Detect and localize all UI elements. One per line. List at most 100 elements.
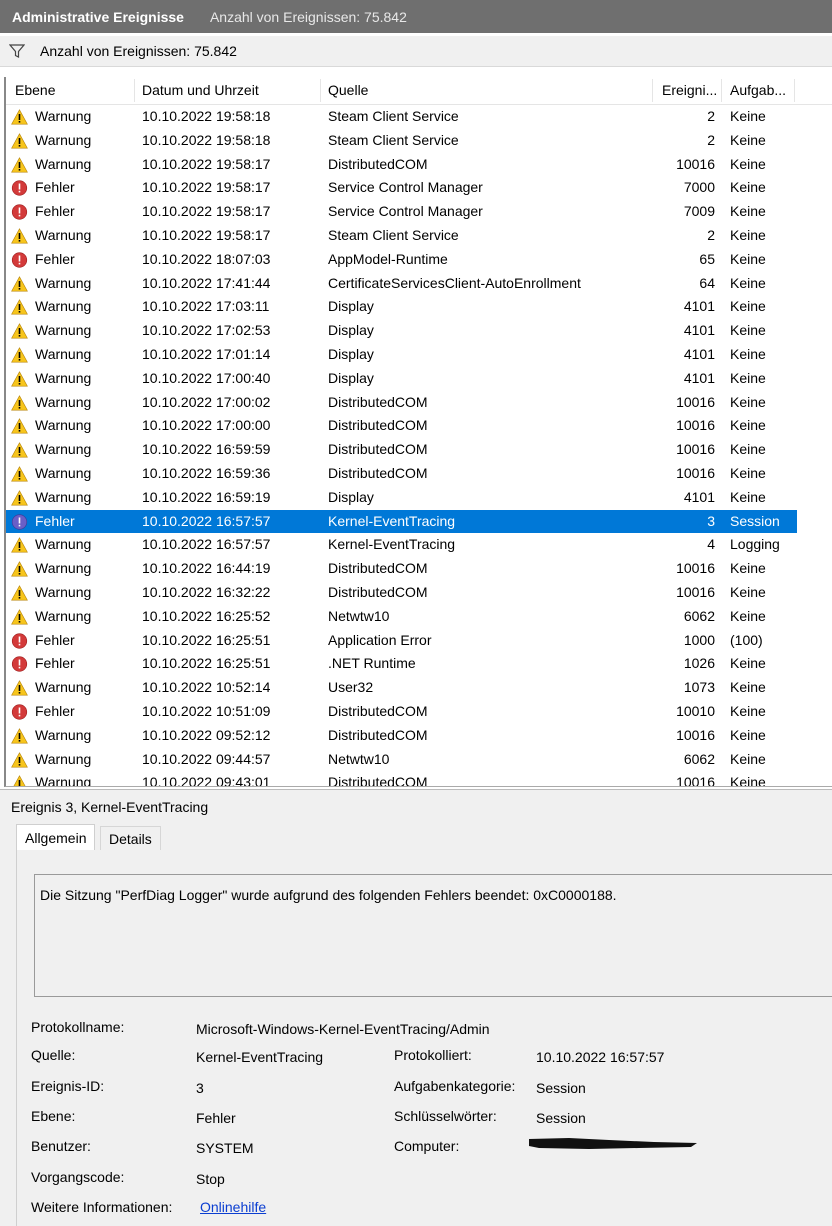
table-row[interactable]: Warnung 10.10.2022 16:44:19 DistributedCOM… xyxy=(6,557,832,581)
label-source: Quelle: xyxy=(31,1047,76,1063)
cell-task: Keine xyxy=(730,108,766,124)
cell-event-id: 2 xyxy=(707,226,715,243)
table-row[interactable]: Warnung 10.10.2022 10:52:14 User32 1073 Kein… xyxy=(6,676,832,700)
value-source[interactable]: Kernel-EventTracing xyxy=(196,1049,323,1065)
column-header-source[interactable]: Quelle xyxy=(328,77,368,104)
column-divider[interactable] xyxy=(134,79,135,102)
cell-source: Netwtw10 xyxy=(328,607,390,624)
cell-source: Steam Client Service xyxy=(328,226,459,243)
tab-general[interactable]: Allgemein xyxy=(16,824,96,852)
event-table[interactable]: Ebene Datum und Uhrzeit Quelle Ereigni..… xyxy=(4,77,832,787)
cell-level: Warnung xyxy=(35,322,92,339)
cell-source: Kernel-EventTracing xyxy=(328,512,456,529)
table-row[interactable]: Warnung 10.10.2022 09:43:01 DistributedCOM… xyxy=(6,771,832,786)
cell-task: Session xyxy=(730,512,780,529)
cell-level: Warnung xyxy=(35,393,92,410)
cell-level: Warnung xyxy=(35,108,92,124)
cell-task: Keine xyxy=(730,750,766,767)
cell-event-id: 64 xyxy=(699,274,715,291)
label-log-name: Protokollname: xyxy=(31,1019,125,1035)
cell-event-id: 10016 xyxy=(676,726,715,743)
cell-task: (100) xyxy=(730,631,763,648)
error-icon xyxy=(11,513,28,530)
value-event-id[interactable]: 3 xyxy=(196,1080,204,1096)
table-row[interactable]: Fehler 10.10.2022 16:25:51 .NET Runtime 102… xyxy=(6,652,832,676)
general-tab-panel: Die Sitzung "PerfDiag Logger" wurde aufg… xyxy=(16,850,832,1226)
cell-event-id: 10016 xyxy=(676,417,715,434)
online-help-link[interactable]: Onlinehilfe xyxy=(200,1199,266,1215)
cell-date: 10.10.2022 19:58:17 xyxy=(142,155,271,172)
error-icon xyxy=(11,252,28,268)
value-log-name[interactable]: Microsoft-Windows-Kernel-EventTracing/Ad… xyxy=(196,1021,490,1037)
cell-level: Warnung xyxy=(35,298,92,315)
table-row[interactable]: Warnung 10.10.2022 19:58:17 DistributedCOM… xyxy=(6,153,832,177)
table-row[interactable]: Warnung 10.10.2022 16:59:36 DistributedCOM… xyxy=(6,462,832,486)
table-row[interactable]: Warnung 10.10.2022 17:00:02 DistributedCOM… xyxy=(6,391,832,415)
label-computer: Computer: xyxy=(394,1138,460,1154)
value-logged[interactable]: 10.10.2022 16:57:57 xyxy=(536,1049,664,1065)
table-row[interactable]: Fehler 10.10.2022 16:25:51 Application Err… xyxy=(6,629,832,653)
column-header-date[interactable]: Datum und Uhrzeit xyxy=(142,77,259,104)
column-header-task[interactable]: Aufgab... xyxy=(730,77,786,104)
table-row[interactable]: Warnung 10.10.2022 19:58:18 Steam Client S… xyxy=(6,105,832,129)
cell-event-id: 2 xyxy=(707,108,715,124)
column-divider[interactable] xyxy=(652,79,653,102)
tab-details[interactable]: Details xyxy=(100,826,161,851)
cell-task: Logging xyxy=(730,536,780,553)
table-row[interactable]: Warnung 10.10.2022 19:58:17 Steam Client S… xyxy=(6,224,832,248)
table-row[interactable]: Fehler 10.10.2022 10:51:09 DistributedCOM 1… xyxy=(6,700,832,724)
label-user: Benutzer: xyxy=(31,1138,91,1154)
description-box[interactable]: Die Sitzung "PerfDiag Logger" wurde aufg… xyxy=(34,874,832,997)
cell-level: Warnung xyxy=(35,488,92,505)
cell-date: 10.10.2022 16:59:19 xyxy=(142,488,271,505)
cell-date: 10.10.2022 17:03:11 xyxy=(142,298,270,315)
cell-task: Keine xyxy=(730,607,766,624)
cell-source: DistributedCOM xyxy=(328,417,428,434)
table-row[interactable]: Warnung 10.10.2022 17:00:00 DistributedCOM… xyxy=(6,414,832,438)
table-row[interactable]: Warnung 10.10.2022 17:02:53 Display 4101 Kei… xyxy=(6,319,832,343)
value-user[interactable]: SYSTEM xyxy=(196,1140,254,1156)
table-row[interactable]: Warnung 10.10.2022 09:52:12 DistributedCOM… xyxy=(6,724,832,748)
table-row[interactable]: Warnung 10.10.2022 16:25:52 Netwtw10 6062 Ke… xyxy=(6,605,832,629)
column-header-level[interactable]: Ebene xyxy=(15,77,55,104)
column-divider[interactable] xyxy=(320,79,321,102)
cell-task: Keine xyxy=(730,393,766,410)
value-opcode[interactable]: Stop xyxy=(196,1171,225,1187)
warning-icon xyxy=(11,680,28,696)
table-row[interactable]: Warnung 10.10.2022 17:03:11 Display 4101 Kei… xyxy=(6,295,832,319)
cell-task: Keine xyxy=(730,179,766,196)
table-row[interactable]: Warnung 10.10.2022 16:32:22 DistributedCOM… xyxy=(6,581,832,605)
cell-source: DistributedCOM xyxy=(328,726,428,743)
cell-event-id: 6062 xyxy=(683,607,715,624)
table-row[interactable]: Warnung 10.10.2022 09:44:57 Netwtw10 6062 Ke… xyxy=(6,748,832,772)
warning-icon xyxy=(11,370,28,387)
cell-date: 10.10.2022 18:07:03 xyxy=(142,250,271,267)
table-row[interactable]: Warnung 10.10.2022 17:00:40 Display 4101 Kei… xyxy=(6,367,832,391)
table-row[interactable]: Warnung 10.10.2022 17:41:44 CertificateSer… xyxy=(6,272,832,296)
value-level[interactable]: Fehler xyxy=(196,1110,236,1126)
filter-count-text: Anzahl von Ereignissen: 75.842 xyxy=(40,43,237,59)
table-row[interactable]: Warnung 10.10.2022 16:59:19 Display 4101 Kei… xyxy=(6,486,832,510)
column-divider[interactable] xyxy=(721,79,722,102)
cell-event-id: 4101 xyxy=(683,369,715,386)
cell-task: Keine xyxy=(730,322,766,339)
table-row[interactable]: Fehler 10.10.2022 19:58:17 Service Control… xyxy=(6,200,832,224)
label-opcode: Vorgangscode: xyxy=(31,1169,125,1185)
table-row[interactable]: Warnung 10.10.2022 16:59:59 DistributedCOM… xyxy=(6,438,832,462)
column-divider[interactable] xyxy=(794,79,795,102)
table-row[interactable]: Fehler 10.10.2022 16:57:57 Kernel-EventTra… xyxy=(6,509,797,534)
table-row[interactable]: Fehler 10.10.2022 18:07:03 AppModel-Runtim… xyxy=(6,248,832,272)
filter-icon[interactable] xyxy=(9,43,25,59)
value-task-category[interactable]: Session xyxy=(536,1080,586,1096)
cell-level: Fehler xyxy=(35,179,75,196)
table-row[interactable]: Warnung 10.10.2022 17:01:14 Display 4101 Kei… xyxy=(6,343,832,367)
table-row[interactable]: Warnung 10.10.2022 19:58:18 Steam Client S… xyxy=(6,129,832,153)
description-text: Die Sitzung "PerfDiag Logger" wurde aufg… xyxy=(40,887,617,903)
column-header-event-id[interactable]: Ereigni... xyxy=(662,77,717,104)
table-row[interactable]: Fehler 10.10.2022 19:58:17 Service Control… xyxy=(6,176,832,200)
cell-date: 10.10.2022 16:32:22 xyxy=(142,583,271,600)
cell-task: Keine xyxy=(730,702,766,719)
value-keywords[interactable]: Session xyxy=(536,1110,586,1126)
cell-date: 10.10.2022 17:02:53 xyxy=(142,322,271,339)
table-row[interactable]: Warnung 10.10.2022 16:57:57 Kernel-EventTr… xyxy=(6,533,832,557)
